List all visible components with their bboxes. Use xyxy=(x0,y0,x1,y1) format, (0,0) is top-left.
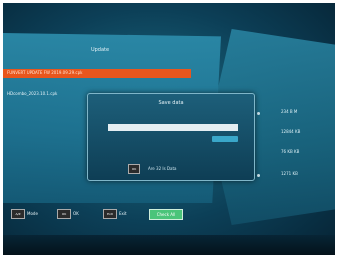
mode-key-icon: A/Z xyxy=(11,209,25,219)
mode-key-label: Mode xyxy=(27,211,38,216)
ok-key-icon: OK xyxy=(128,164,140,174)
value-item: 234 B M xyxy=(281,109,298,114)
save-name-input[interactable] xyxy=(108,124,238,131)
value-item: 12844 KB xyxy=(281,129,301,134)
ok-footer-label: OK xyxy=(73,211,79,216)
bullet-icon xyxy=(257,174,260,177)
file-row[interactable]: HDcombo_2023.10.1.cpk xyxy=(7,91,57,96)
value-item: 76 KB KB xyxy=(281,149,300,154)
selected-file-label: FUNVERT UPDATE FW 2019.09.29.cpk xyxy=(7,70,83,75)
selected-file-row[interactable]: FUNVERT UPDATE FW 2019.09.29.cpk xyxy=(3,69,191,78)
save-data-dialog: Save data OK Are 32 Is Data xyxy=(87,93,255,181)
dialog-title: Save data xyxy=(158,100,184,106)
check-all-button[interactable]: Check All xyxy=(149,209,183,220)
dialog-hint: Are 32 Is Data xyxy=(148,166,177,171)
ok-footer-icon: OK xyxy=(57,209,71,219)
bullet-icon xyxy=(257,112,260,115)
exit-key-label: Exit xyxy=(119,211,127,216)
value-item: 1271 KB xyxy=(281,171,298,176)
confirm-button[interactable] xyxy=(212,136,238,142)
tv-screen: Update FUNVERT UPDATE FW 2019.09.29.cpk … xyxy=(3,3,335,255)
panel-title: Update xyxy=(90,47,110,53)
exit-key-icon: Exit xyxy=(103,209,117,219)
bottom-strip xyxy=(3,235,335,255)
